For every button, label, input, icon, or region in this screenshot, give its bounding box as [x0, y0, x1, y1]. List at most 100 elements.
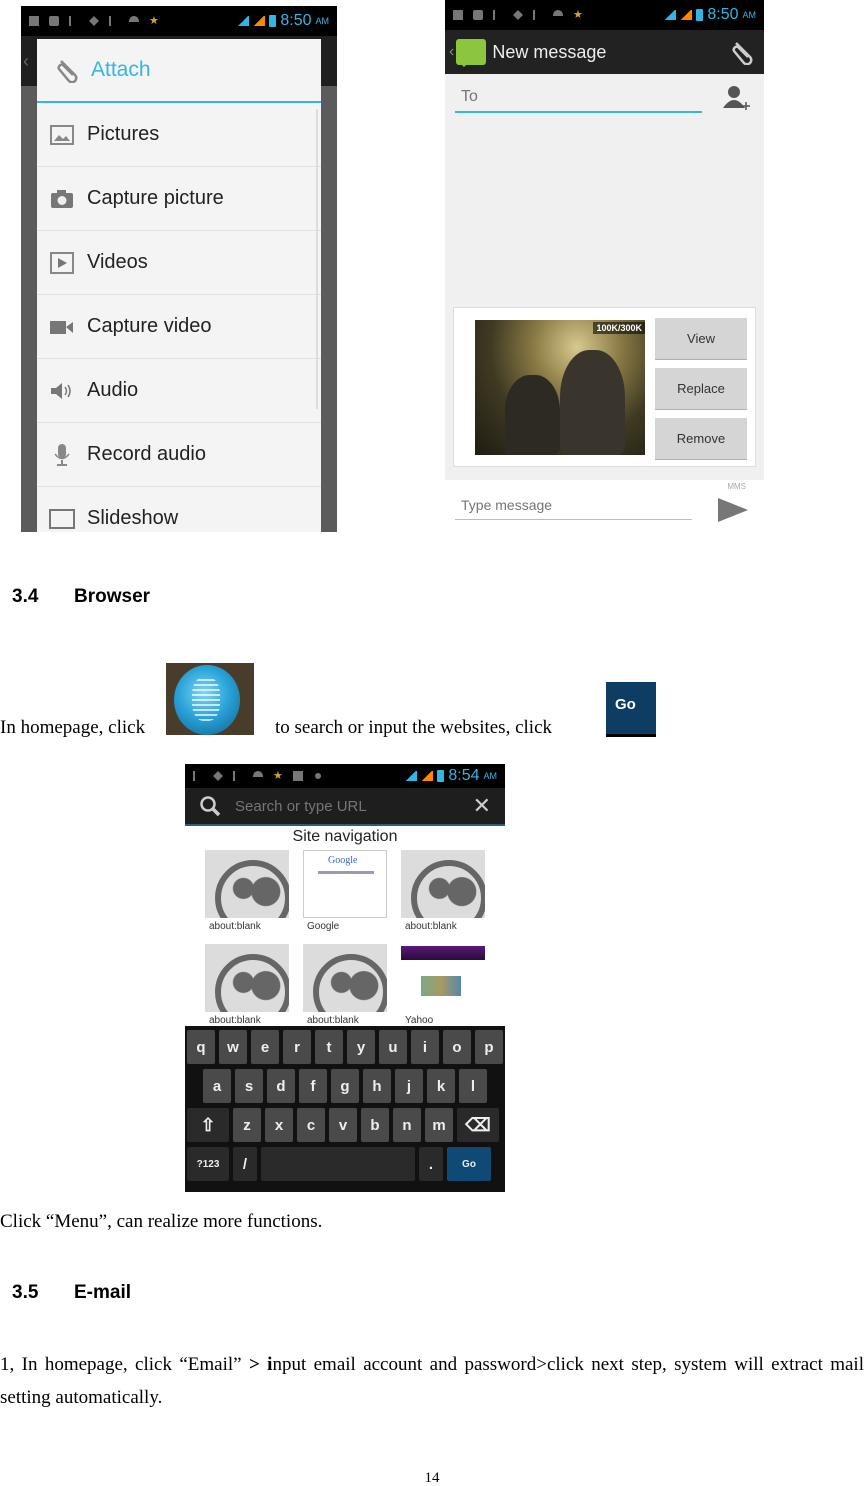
keyboard-row: ⇧ z x c v b n m ⌫: [187, 1108, 503, 1142]
key-i[interactable]: i: [411, 1030, 439, 1064]
key-l[interactable]: l: [459, 1069, 487, 1103]
browser-globe-icon: [166, 663, 254, 735]
close-icon[interactable]: ✕: [473, 793, 491, 819]
google-logo: Google: [328, 855, 358, 866]
key-p[interactable]: p: [475, 1030, 503, 1064]
google-thumbnail: Google: [303, 850, 387, 918]
key-b[interactable]: b: [361, 1108, 389, 1142]
key-v[interactable]: v: [329, 1108, 357, 1142]
key-e[interactable]: e: [251, 1030, 279, 1064]
key-r[interactable]: r: [283, 1030, 311, 1064]
key-c[interactable]: c: [297, 1108, 325, 1142]
site-tile[interactable]: about:blank: [401, 850, 485, 938]
message-input[interactable]: [455, 490, 692, 520]
to-field[interactable]: [455, 83, 702, 113]
site-tile[interactable]: about:blank: [303, 944, 387, 1032]
microphone-icon: [49, 443, 75, 466]
scrollbar[interactable]: [316, 109, 318, 409]
attach-item-record-audio[interactable]: Record audio: [37, 423, 321, 487]
key-s[interactable]: s: [235, 1069, 263, 1103]
search-icon: [200, 796, 221, 817]
signal-icon: [680, 10, 693, 20]
new-message-screenshot: ★ 8:50 AM ‹ New message 100K/300K View: [445, 0, 764, 528]
site-tile[interactable]: about:blank: [205, 944, 289, 1032]
attach-item-label: Videos: [87, 251, 148, 273]
site-tile[interactable]: Google Google: [303, 850, 387, 938]
dialog-title: Attach: [91, 58, 151, 81]
attach-item-slideshow[interactable]: Slideshow: [37, 487, 321, 532]
key-y[interactable]: y: [347, 1030, 375, 1064]
attached-kittens-photo[interactable]: 100K/300K: [475, 320, 645, 455]
star-icon: ★: [149, 15, 159, 27]
attach-paperclip-icon[interactable]: [730, 39, 756, 65]
key-w[interactable]: w: [219, 1030, 247, 1064]
status-time: 8:54: [448, 767, 480, 784]
usb-icon: [109, 16, 119, 26]
backspace-key[interactable]: ⌫: [457, 1108, 499, 1142]
key-k[interactable]: k: [427, 1069, 455, 1103]
signal-icon: [237, 16, 250, 26]
key-q[interactable]: q: [187, 1030, 215, 1064]
kitten-shape: [560, 350, 625, 455]
browser-instruction-part1: In homepage, click: [0, 717, 146, 738]
speaker-icon: [49, 380, 75, 402]
key-u[interactable]: u: [379, 1030, 407, 1064]
attach-item-audio[interactable]: Audio: [37, 359, 321, 423]
attach-dialog-screenshot: ★ 8:50 AM ‹ Attach Pictures Capture pict…: [21, 6, 337, 532]
star-icon: ★: [573, 9, 583, 21]
globe-thumbnail: [401, 850, 485, 918]
attach-item-capture-video[interactable]: Capture video: [37, 295, 321, 359]
battery-icon: [696, 9, 704, 21]
send-icon[interactable]: [718, 498, 748, 522]
email-instruction-text: 1, In homepage, click “Email”: [0, 1354, 249, 1375]
status-ampm: AM: [483, 771, 498, 781]
url-input[interactable]: [235, 797, 459, 815]
attach-item-label: Capture picture: [87, 187, 224, 209]
dialog-title-bar: Attach: [37, 39, 321, 103]
slash-key[interactable]: /: [233, 1147, 257, 1181]
site-navigation-title: Site navigation: [292, 828, 398, 845]
go-key[interactable]: Go: [447, 1147, 491, 1181]
attach-item-capture-picture[interactable]: Capture picture: [37, 167, 321, 231]
key-d[interactable]: d: [267, 1069, 295, 1103]
site-tile[interactable]: about:blank: [205, 850, 289, 938]
usb-icon: [533, 10, 543, 20]
attach-item-videos[interactable]: Videos: [37, 231, 321, 295]
key-x[interactable]: x: [265, 1108, 293, 1142]
site-tile-label: about:blank: [209, 921, 261, 932]
site-tile[interactable]: Yahoo: [401, 944, 485, 1032]
yahoo-thumbnail: [401, 944, 485, 1012]
attach-item-pictures[interactable]: Pictures: [37, 103, 321, 167]
site-tile-label: Google: [307, 921, 340, 932]
key-n[interactable]: n: [393, 1108, 421, 1142]
signal-icon: [664, 10, 677, 20]
space-key[interactable]: [261, 1147, 415, 1181]
key-z[interactable]: z: [233, 1108, 261, 1142]
section-heading-email: 3.5 E-mail: [12, 1282, 131, 1304]
section-number: 3.5: [12, 1282, 39, 1303]
key-h[interactable]: h: [363, 1069, 391, 1103]
soft-keyboard: qwertyuiop asdfghjkl ⇧ z x c v b n m ⌫ ?123 / .…: [185, 1026, 505, 1192]
key-g[interactable]: g: [331, 1069, 359, 1103]
yahoo-photo-preview: [421, 976, 461, 996]
add-contact-icon[interactable]: [720, 84, 754, 112]
back-chevron-icon[interactable]: ‹: [449, 43, 454, 61]
attachment-actions: View Replace Remove: [655, 318, 747, 468]
period-key[interactable]: .: [419, 1147, 443, 1181]
key-t[interactable]: t: [315, 1030, 343, 1064]
email-instruction-bold: > i: [248, 1354, 273, 1375]
notification-icons: ★: [193, 771, 405, 782]
key-f[interactable]: f: [299, 1069, 327, 1103]
key-m[interactable]: m: [425, 1108, 453, 1142]
key-o[interactable]: o: [443, 1030, 471, 1064]
shift-key[interactable]: ⇧: [187, 1108, 229, 1142]
replace-button[interactable]: Replace: [655, 368, 747, 410]
messaging-app-icon[interactable]: [456, 39, 487, 67]
key-j[interactable]: j: [395, 1069, 423, 1103]
remove-button[interactable]: Remove: [655, 418, 747, 460]
attachment-size-badge: 100K/300K: [593, 322, 645, 334]
view-button[interactable]: View: [655, 318, 747, 360]
attach-item-label: Audio: [87, 379, 139, 401]
key-a[interactable]: a: [203, 1069, 231, 1103]
symbols-key[interactable]: ?123: [187, 1147, 229, 1181]
